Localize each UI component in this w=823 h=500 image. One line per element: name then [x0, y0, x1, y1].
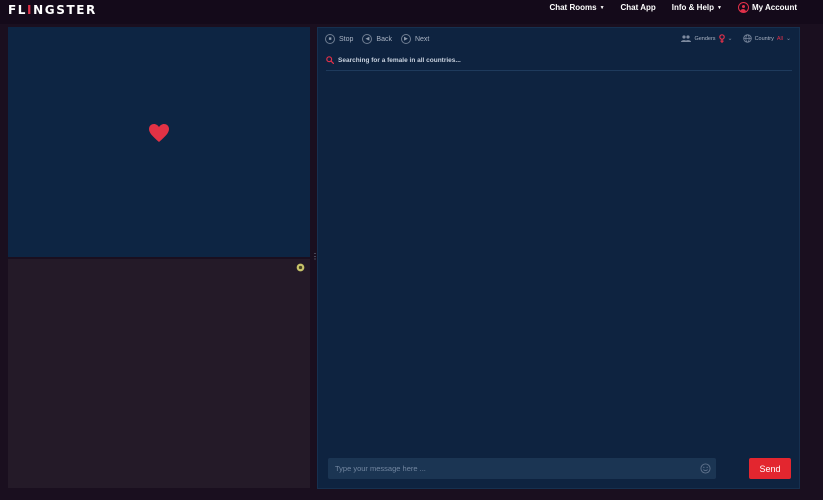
chat-controls: ■ Stop ◀ Back ▶ Next [325, 34, 429, 44]
stranger-video-panel [8, 27, 310, 257]
back-button[interactable]: ◀ Back [362, 34, 392, 44]
nav-chat-app[interactable]: Chat App [621, 3, 656, 12]
chat-filters: Genders ⌄ Country All ⌄ [681, 34, 791, 43]
chevron-down-icon: ⌄ [785, 36, 791, 42]
stop-button[interactable]: ■ Stop [325, 34, 353, 44]
heart-icon [149, 124, 169, 142]
divider [326, 70, 792, 71]
self-camera-placeholder [8, 259, 310, 488]
caret-down-icon: ▼ [717, 4, 722, 11]
search-status: Searching for a female in all countries.… [326, 56, 461, 64]
message-composer [328, 458, 716, 479]
country-filter[interactable]: Country All ⌄ [742, 34, 791, 43]
users-icon [681, 35, 692, 42]
nav-info-help[interactable]: Info & Help ▼ [672, 3, 722, 12]
chat-panel: ■ Stop ◀ Back ▶ Next Genders ⌄ Country A… [317, 27, 800, 489]
next-button[interactable]: ▶ Next [400, 34, 429, 44]
gear-icon[interactable] [295, 262, 306, 273]
nav-my-account[interactable]: My Account [737, 2, 797, 13]
resize-handle[interactable]: ⋮ [311, 253, 319, 263]
logo[interactable]: FLINGSTER [8, 3, 97, 17]
top-header: FLINGSTER Chat Rooms ▼ Chat App Info & H… [0, 0, 823, 24]
search-icon [326, 56, 334, 64]
chevron-down-icon: ⌄ [727, 36, 733, 42]
user-icon [737, 2, 749, 13]
female-icon [718, 34, 725, 43]
next-icon: ▶ [400, 34, 411, 44]
main-nav: Chat Rooms ▼ Chat App Info & Help ▼ My A… [549, 0, 797, 15]
emoji-icon[interactable] [700, 463, 711, 474]
nav-chat-rooms[interactable]: Chat Rooms ▼ [549, 3, 604, 12]
send-button[interactable]: Send [749, 458, 791, 479]
caret-down-icon: ▼ [599, 4, 605, 11]
stop-icon: ■ [325, 34, 335, 44]
globe-icon [742, 34, 752, 43]
back-icon: ◀ [362, 34, 373, 44]
message-input[interactable] [328, 458, 716, 479]
genders-filter[interactable]: Genders ⌄ [681, 34, 733, 43]
